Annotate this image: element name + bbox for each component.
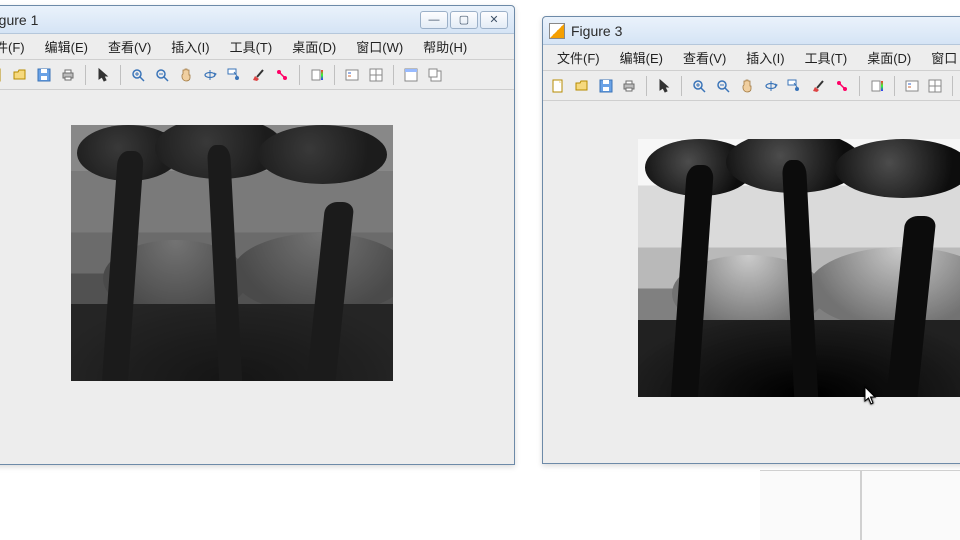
new-file-icon[interactable]	[547, 75, 569, 97]
legend-icon[interactable]	[341, 64, 363, 86]
menu-desktop[interactable]: 桌面(D)	[857, 45, 921, 70]
toolbar	[0, 60, 514, 90]
dock-icon[interactable]	[400, 64, 422, 86]
colorbar-icon[interactable]	[306, 64, 328, 86]
figure-window-1: Figure 1 — ▢ ✕ 件(F) 编辑(E) 查看(V) 插入(I) 工具…	[0, 5, 515, 465]
open-file-icon[interactable]	[9, 64, 31, 86]
figure-window-3: Figure 3 文件(F) 编辑(E) 查看(V) 插入(I) 工具(T) 桌…	[542, 16, 960, 464]
print-icon[interactable]	[618, 75, 640, 97]
toolbar-separator	[952, 76, 953, 96]
toolbar-separator	[299, 65, 300, 85]
link-icon[interactable]	[831, 75, 853, 97]
datacursor-icon[interactable]	[223, 64, 245, 86]
link-icon[interactable]	[271, 64, 293, 86]
legend-icon[interactable]	[901, 75, 923, 97]
pointer-icon[interactable]	[653, 75, 675, 97]
toolbar-separator	[85, 65, 86, 85]
toolbar-separator	[646, 76, 647, 96]
titlebar[interactable]: Figure 1 — ▢ ✕	[0, 6, 514, 34]
menu-edit[interactable]: 编辑(E)	[610, 45, 673, 70]
menu-file[interactable]: 文件(F)	[547, 45, 610, 70]
menu-file[interactable]: 件(F)	[0, 34, 35, 59]
menu-window[interactable]: 窗口(W)	[346, 34, 413, 59]
rotate3d-icon[interactable]	[760, 75, 782, 97]
layout-icon[interactable]	[365, 64, 387, 86]
pointer-icon[interactable]	[92, 64, 114, 86]
menubar: 件(F) 编辑(E) 查看(V) 插入(I) 工具(T) 桌面(D) 窗口(W)…	[0, 34, 514, 60]
menu-tools[interactable]: 工具(T)	[220, 34, 283, 59]
save-icon[interactable]	[33, 64, 55, 86]
window-title: Figure 3	[571, 23, 960, 39]
undock-icon[interactable]	[424, 64, 446, 86]
menu-help[interactable]: 帮助(H)	[413, 34, 477, 59]
print-icon[interactable]	[57, 64, 79, 86]
zoom-in-icon[interactable]	[127, 64, 149, 86]
menu-view[interactable]: 查看(V)	[673, 45, 736, 70]
zoom-out-icon[interactable]	[712, 75, 734, 97]
brush-icon[interactable]	[807, 75, 829, 97]
figure-canvas[interactable]	[543, 101, 960, 463]
menu-edit[interactable]: 编辑(E)	[35, 34, 98, 59]
close-button[interactable]: ✕	[480, 11, 508, 29]
pan-icon[interactable]	[736, 75, 758, 97]
open-file-icon[interactable]	[571, 75, 593, 97]
toolbar-separator	[334, 65, 335, 85]
window-controls: — ▢ ✕	[420, 11, 508, 29]
window-title: Figure 1	[0, 12, 414, 28]
new-file-icon[interactable]	[0, 64, 7, 86]
zoom-out-icon[interactable]	[151, 64, 173, 86]
figure-canvas[interactable]	[0, 90, 514, 464]
save-icon[interactable]	[595, 75, 617, 97]
menubar: 文件(F) 编辑(E) 查看(V) 插入(I) 工具(T) 桌面(D) 窗口	[543, 45, 960, 71]
toolbar	[543, 71, 960, 101]
rotate3d-icon[interactable]	[199, 64, 221, 86]
layout-icon[interactable]	[925, 75, 947, 97]
pan-icon[interactable]	[175, 64, 197, 86]
app-icon	[549, 23, 565, 39]
toolbar-separator	[894, 76, 895, 96]
menu-insert[interactable]: 插入(I)	[161, 34, 219, 59]
datacursor-icon[interactable]	[783, 75, 805, 97]
menu-view[interactable]: 查看(V)	[98, 34, 161, 59]
titlebar[interactable]: Figure 3	[543, 17, 960, 45]
toolbar-separator	[393, 65, 394, 85]
zoom-in-icon[interactable]	[688, 75, 710, 97]
background-panel	[760, 470, 960, 540]
figure-image	[638, 139, 960, 397]
menu-window[interactable]: 窗口	[921, 45, 960, 70]
toolbar-separator	[120, 65, 121, 85]
figure-image	[71, 125, 393, 381]
menu-insert[interactable]: 插入(I)	[736, 45, 794, 70]
maximize-button[interactable]: ▢	[450, 11, 478, 29]
minimize-button[interactable]: —	[420, 11, 448, 29]
menu-tools[interactable]: 工具(T)	[795, 45, 858, 70]
brush-icon[interactable]	[247, 64, 269, 86]
toolbar-separator	[859, 76, 860, 96]
toolbar-separator	[681, 76, 682, 96]
menu-desktop[interactable]: 桌面(D)	[282, 34, 346, 59]
colorbar-icon[interactable]	[866, 75, 888, 97]
